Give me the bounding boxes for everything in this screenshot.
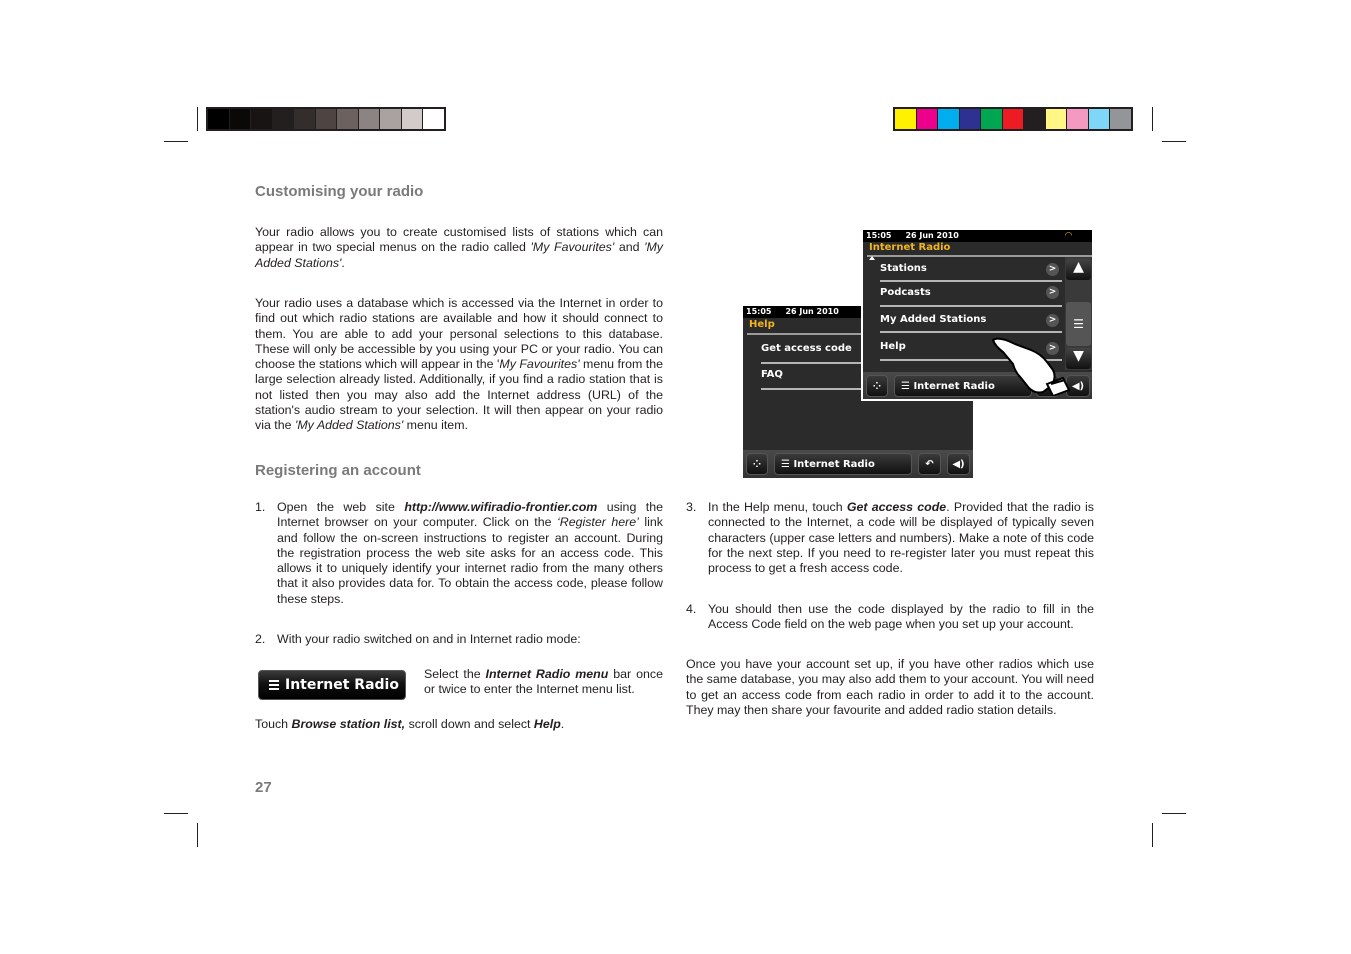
divider — [867, 255, 1092, 257]
menu-item-podcasts[interactable]: Podcasts — [880, 287, 931, 298]
process-color-swatch — [1045, 109, 1067, 129]
scroll-up-button[interactable]: ▲ — [1066, 259, 1091, 280]
grayscale-swatch — [358, 109, 380, 129]
website-link[interactable]: http://www.wifiradio-frontier.com — [404, 500, 597, 514]
step-4: 4. You should then use the code displaye… — [686, 602, 1094, 632]
menu-item-get-access-code[interactable]: Get access code — [761, 343, 852, 354]
grayscale-swatch — [208, 109, 230, 129]
speaker-icon: ◀) — [952, 459, 965, 470]
grayscale-swatch — [315, 109, 337, 129]
process-color-swatch — [916, 109, 938, 129]
crop-mark — [197, 823, 198, 847]
process-color-swatch — [895, 109, 917, 129]
crop-mark — [1152, 107, 1153, 131]
grayscale-swatch — [380, 109, 402, 129]
select-note: Select the Internet Radio menu bar once … — [424, 667, 663, 697]
internet-radio-menu-button[interactable]: ☰ Internet Radio — [774, 453, 912, 475]
process-color-swatch — [1024, 109, 1046, 129]
step-3: 3. In the Help menu, touch Get access co… — [686, 500, 1094, 576]
process-color-swatch — [959, 109, 981, 129]
grayscale-swatch — [294, 109, 316, 129]
internet-radio-menu-bar-illustration: Internet Radio — [258, 670, 406, 700]
grid-icon: ⁘ — [872, 381, 882, 392]
menu-list-icon: ☰ — [781, 459, 794, 470]
grayscale-swatch — [251, 109, 273, 129]
closing-paragraph: Once you have your account set up, if yo… — [686, 657, 1094, 717]
page-number: 27 — [255, 779, 272, 796]
divider — [880, 305, 1062, 307]
process-color-bar — [893, 107, 1133, 131]
process-color-swatch — [938, 109, 960, 129]
touch-note: Touch Browse station list, scroll down a… — [255, 717, 565, 731]
section-heading-registering: Registering an account — [255, 462, 421, 479]
menu-item-my-added-stations[interactable]: My Added Stations — [880, 314, 986, 325]
grayscale-swatch — [272, 109, 294, 129]
process-color-swatch — [1002, 109, 1024, 129]
grayscale-color-bar — [206, 107, 446, 131]
menu-item-help[interactable]: Help — [880, 341, 906, 352]
volume-button[interactable]: ◀) — [947, 453, 970, 475]
crop-mark — [164, 813, 188, 814]
crop-mark — [1162, 813, 1186, 814]
step-2: 2. With your radio switched on and in In… — [255, 632, 581, 646]
crop-mark — [1152, 823, 1153, 847]
menu-item-faq[interactable]: FAQ — [761, 369, 783, 380]
grayscale-swatch — [423, 109, 444, 129]
crop-mark — [1162, 141, 1186, 142]
divider — [880, 280, 1062, 282]
screen-title: Internet Radio — [869, 242, 951, 253]
crop-mark — [164, 141, 188, 142]
grid-icon: ⁘ — [752, 459, 762, 470]
speaker-icon: ◀) — [1071, 381, 1085, 392]
process-color-swatch — [1110, 109, 1131, 129]
home-button[interactable]: ⁘ — [746, 453, 768, 475]
step-1: 1. Open the web site http://www.wifiradi… — [255, 500, 664, 606]
chevron-right-icon: > — [1046, 286, 1059, 299]
paragraph-database: Your radio uses a database which is acce… — [255, 296, 663, 433]
back-button[interactable]: ↶ — [918, 453, 941, 475]
process-color-swatch — [1088, 109, 1110, 129]
grayscale-swatch — [229, 109, 251, 129]
process-color-swatch — [1067, 109, 1089, 129]
wifi-icon: ◠ — [1065, 231, 1072, 241]
bottom-toolbar: ⁘ ☰ Internet Radio ↶ ◀) — [743, 450, 973, 478]
menu-list-icon — [269, 678, 279, 692]
screen-title: Help — [749, 319, 775, 330]
home-button[interactable]: ⁘ — [866, 375, 888, 397]
triangle-down-icon: ▼ — [1073, 348, 1084, 364]
grip-icon: ☰ — [1073, 317, 1084, 331]
grayscale-swatch — [337, 109, 359, 129]
pointing-hand-icon — [991, 337, 1071, 396]
menu-item-stations[interactable]: Stations — [880, 263, 927, 274]
triangle-up-icon: ▲ — [1073, 259, 1084, 275]
divider — [880, 331, 1062, 333]
menu-list-icon: ☰ — [901, 381, 914, 392]
process-color-swatch — [981, 109, 1003, 129]
chevron-right-icon: > — [1046, 314, 1059, 327]
radio-screen-internet-radio: 15:05 26 Jun 2010 ◠ Internet Radio Station… — [861, 228, 1094, 401]
paragraph-custom-lists: Your radio allows you to create customis… — [255, 225, 663, 270]
chevron-right-icon: > — [1046, 263, 1059, 276]
status-bar: 15:05 26 Jun 2010 ◠ — [863, 230, 1092, 242]
back-arrow-icon: ↶ — [925, 459, 934, 470]
scroll-up-indicator — [869, 256, 875, 260]
grayscale-swatch — [401, 109, 423, 129]
section-heading-customising: Customising your radio — [255, 183, 424, 200]
crop-mark — [197, 107, 198, 131]
